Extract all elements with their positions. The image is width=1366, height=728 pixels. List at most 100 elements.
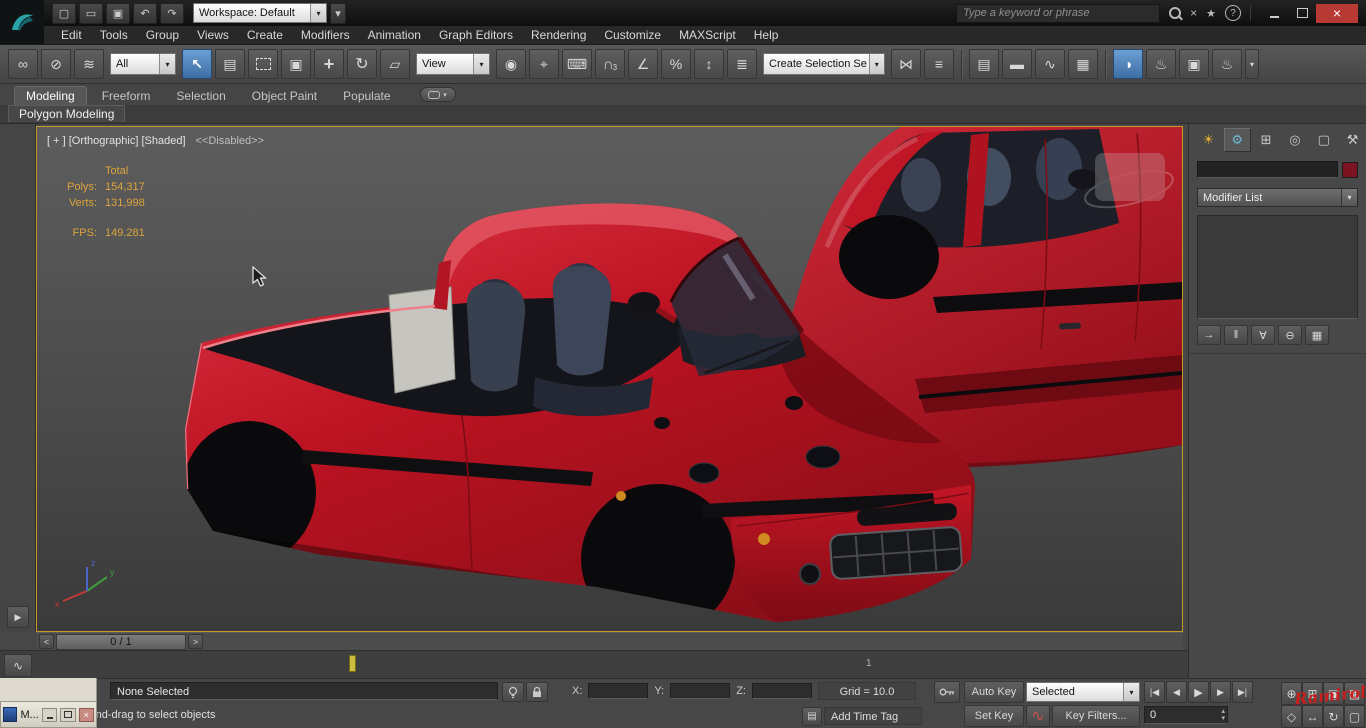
select-and-rotate-button[interactable]: ↻	[347, 49, 377, 79]
tab-hierarchy[interactable]: ⊞	[1253, 128, 1280, 152]
menu-maxscript[interactable]: MAXScript	[670, 26, 745, 44]
select-by-name-button[interactable]: ▤	[215, 49, 245, 79]
menu-animation[interactable]: Animation	[359, 26, 430, 44]
window-crossing-toggle[interactable]: ▣	[281, 49, 311, 79]
mini-restore-button[interactable]	[60, 708, 75, 722]
mirror-button[interactable]: ⋈	[891, 49, 921, 79]
render-setup-button[interactable]: ♨	[1146, 49, 1176, 79]
edit-named-selection-sets-button[interactable]: ≣	[727, 49, 757, 79]
object-name-field[interactable]	[1197, 161, 1338, 178]
menu-help[interactable]: Help	[745, 26, 788, 44]
make-unique-button[interactable]: ∀	[1251, 325, 1275, 345]
menu-graph-editors[interactable]: Graph Editors	[430, 26, 522, 44]
frame-spinner-down-icon[interactable]: ▾	[1221, 715, 1225, 722]
snap-toggle-button[interactable]: ∩ 3	[595, 49, 625, 79]
key-filter-curve-button[interactable]: ∿	[1026, 705, 1050, 727]
configure-modifier-sets-button[interactable]: ▦	[1305, 325, 1329, 345]
expand-ribbon-button[interactable]: ▶	[7, 606, 29, 628]
angle-snap-button[interactable]: ∠	[628, 49, 658, 79]
ribbon-tab-modeling[interactable]: Modeling	[14, 86, 87, 105]
tab-create[interactable]: ☀	[1195, 128, 1222, 152]
menu-modifiers[interactable]: Modifiers	[292, 26, 359, 44]
menu-views[interactable]: Views	[188, 26, 238, 44]
maximize-viewport-button[interactable]: ▢	[1344, 705, 1365, 728]
layer-manager-button[interactable]: ▤	[969, 49, 999, 79]
track-bar[interactable]: ∿ 1	[0, 650, 1188, 678]
workspace-dropdown[interactable]: Workspace: Default ▾	[193, 3, 327, 23]
select-and-scale-button[interactable]: ▱	[380, 49, 410, 79]
keyboard-shortcut-override-button[interactable]: ⌨	[562, 49, 592, 79]
next-frame-arrow[interactable]: >	[188, 634, 203, 649]
menu-customize[interactable]: Customize	[595, 26, 670, 44]
select-object-button[interactable]: ↖	[182, 49, 212, 79]
modifier-stack[interactable]	[1197, 215, 1358, 319]
rendered-frame-window-button[interactable]: ▣	[1179, 49, 1209, 79]
viewport-label[interactable]: [ + ] [Orthographic] [Shaded]	[47, 135, 186, 147]
tab-modify[interactable]: ⚙	[1224, 128, 1251, 152]
favorites-star-icon[interactable]: ★	[1206, 7, 1216, 20]
orbit-button[interactable]: ↻	[1323, 705, 1344, 728]
polygon-modeling-tab[interactable]: Polygon Modeling	[8, 105, 125, 122]
next-frame-button[interactable]: ▶	[1210, 681, 1231, 703]
track-bar-key[interactable]	[349, 655, 356, 672]
open-file-button[interactable]: ▭	[79, 3, 103, 24]
named-selection-set-dropdown[interactable]: Create Selection Se ▾	[763, 53, 885, 75]
undo-button[interactable]: ↶	[133, 3, 157, 24]
percent-snap-button[interactable]: %	[661, 49, 691, 79]
frame-spinner-up-icon[interactable]: ▴	[1221, 708, 1225, 715]
minimize-button[interactable]	[1260, 4, 1288, 23]
ribbon-config-dropdown[interactable]: ▾	[420, 87, 456, 102]
redo-button[interactable]: ↷	[160, 3, 184, 24]
menu-group[interactable]: Group	[137, 26, 188, 44]
tab-display[interactable]: ▢	[1310, 128, 1337, 152]
prompt-history-button[interactable]: ▤	[802, 707, 822, 726]
ribbon-toggle-button[interactable]: ▬	[1002, 49, 1032, 79]
unlink-selection-button[interactable]: ⊘	[41, 49, 71, 79]
spinner-snap-button[interactable]: ↕	[694, 49, 724, 79]
save-file-button[interactable]: ▣	[106, 3, 130, 24]
isolate-selection-button[interactable]	[502, 682, 524, 702]
close-button[interactable]: ×	[1316, 4, 1358, 23]
menu-tools[interactable]: Tools	[91, 26, 137, 44]
object-color-swatch[interactable]	[1342, 162, 1358, 178]
maximize-button[interactable]	[1288, 4, 1316, 23]
ribbon-tab-selection[interactable]: Selection	[165, 87, 236, 105]
search-icon[interactable]	[1169, 7, 1181, 19]
animate-mode-dropdown[interactable]: Selected ▾	[1026, 682, 1140, 702]
current-frame-field[interactable]: 0 ▴ ▾	[1144, 706, 1228, 724]
x-coordinate-field[interactable]	[588, 683, 648, 699]
select-and-move-button[interactable]: +	[314, 49, 344, 79]
use-pivot-center-button[interactable]: ◉	[496, 49, 526, 79]
z-coordinate-field[interactable]	[752, 683, 812, 699]
mini-close-button[interactable]: ×	[79, 708, 94, 722]
select-and-link-button[interactable]: ∞	[8, 49, 38, 79]
bind-to-space-warp-button[interactable]: ≋	[74, 49, 104, 79]
ribbon-tab-freeform[interactable]: Freeform	[91, 87, 162, 105]
render-production-button[interactable]: ♨	[1212, 49, 1242, 79]
tab-utilities[interactable]: ⚒	[1339, 128, 1366, 152]
menu-rendering[interactable]: Rendering	[522, 26, 595, 44]
menu-edit[interactable]: Edit	[52, 26, 91, 44]
pan-button[interactable]: ↔	[1302, 705, 1323, 728]
search-input[interactable]	[956, 4, 1160, 23]
mini-curve-editor-button[interactable]: ∿	[4, 654, 32, 677]
menu-create[interactable]: Create	[238, 26, 292, 44]
field-of-view-button[interactable]: ◇	[1281, 705, 1302, 728]
app-logo[interactable]	[0, 0, 44, 44]
time-slider-handle[interactable]: 0 / 1	[56, 634, 186, 650]
schematic-view-button[interactable]: ▦	[1068, 49, 1098, 79]
selection-filter-dropdown[interactable]: All ▾	[110, 53, 176, 75]
add-time-tag-button[interactable]: Add Time Tag	[824, 707, 922, 725]
auto-key-button[interactable]: Auto Key	[964, 681, 1024, 703]
material-editor-button[interactable]: ◑	[1113, 49, 1143, 79]
previous-frame-arrow[interactable]: <	[39, 634, 54, 649]
remove-modifier-button[interactable]: ⊖	[1278, 325, 1302, 345]
ribbon-tab-populate[interactable]: Populate	[332, 87, 401, 105]
reference-coordinate-dropdown[interactable]: View ▾	[416, 53, 490, 75]
select-and-manipulate-button[interactable]: ⌖	[529, 49, 559, 79]
modifier-list-dropdown[interactable]: Modifier List ▾	[1197, 188, 1358, 207]
set-key-button[interactable]: Set Key	[964, 705, 1024, 727]
go-to-start-button[interactable]: |◀	[1144, 681, 1165, 703]
minimized-window-titlebar[interactable]: M... ×	[0, 701, 97, 728]
previous-frame-button[interactable]: ◀	[1166, 681, 1187, 703]
